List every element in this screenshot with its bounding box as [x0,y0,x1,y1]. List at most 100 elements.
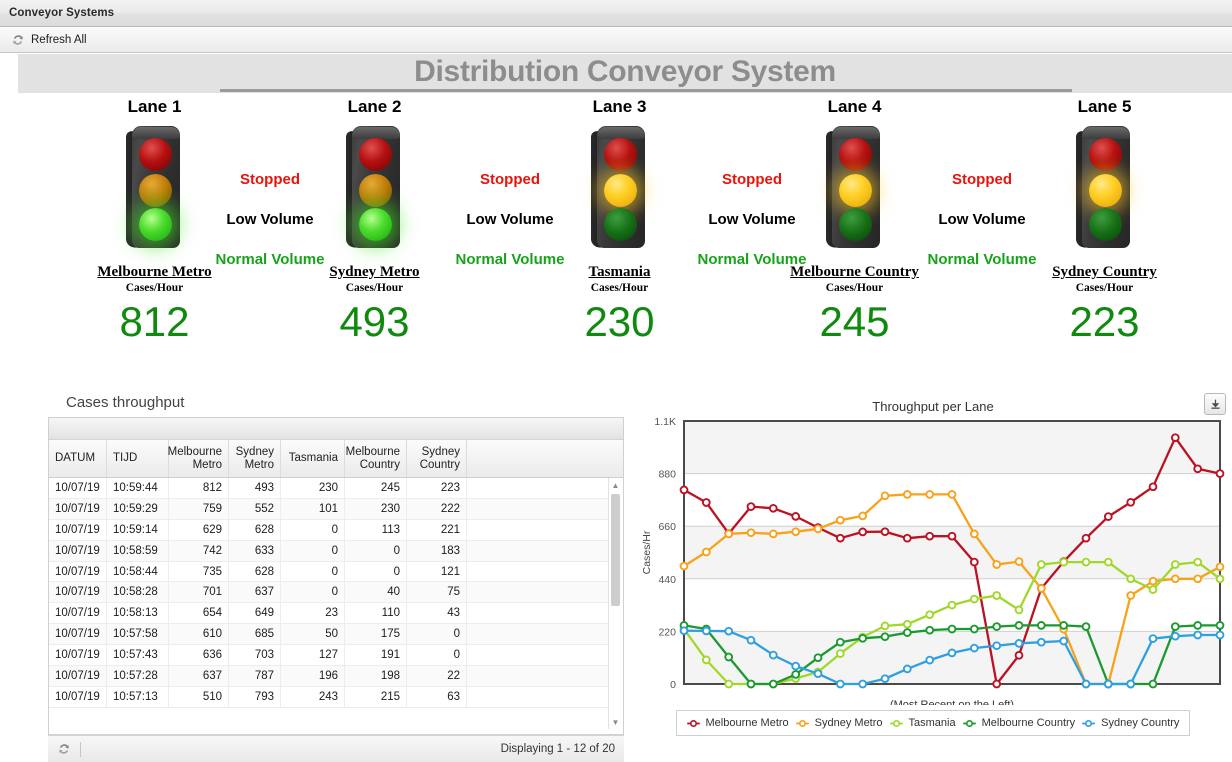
data-point[interactable] [947,624,957,634]
data-point[interactable] [858,527,868,537]
data-point[interactable] [1014,650,1024,660]
data-point[interactable] [858,511,868,521]
data-point[interactable] [902,533,912,543]
data-point[interactable] [768,679,778,689]
data-point[interactable] [768,529,778,539]
data-point[interactable] [724,626,734,636]
data-point[interactable] [1081,622,1091,631]
data-point[interactable] [791,512,801,521]
data-point[interactable] [1193,574,1203,584]
data-point[interactable] [1215,574,1225,584]
data-point[interactable] [858,633,868,643]
data-point[interactable] [880,621,890,631]
data-point[interactable] [1126,679,1136,689]
data-point[interactable] [880,632,890,642]
data-point[interactable] [1148,576,1158,586]
column-header[interactable]: DATUM [49,440,107,477]
data-point[interactable] [835,649,845,658]
data-point[interactable] [1103,512,1113,521]
data-point[interactable] [701,547,711,557]
data-point[interactable] [791,670,801,679]
data-point[interactable] [1036,560,1046,569]
data-point[interactable] [701,626,711,636]
data-point[interactable] [791,527,801,537]
legend-item[interactable]: Melbourne Metro [686,717,789,729]
column-header[interactable]: Sydney Metro [229,440,281,477]
data-point[interactable] [791,661,801,671]
data-point[interactable] [1193,557,1203,567]
data-point[interactable] [1193,621,1203,630]
lane-name[interactable]: Sydney Country [1042,264,1167,281]
column-header[interactable]: Melbourne Metro [168,440,229,477]
data-point[interactable] [1170,631,1180,641]
data-point[interactable] [1215,621,1225,630]
data-point[interactable] [1036,584,1046,593]
data-point[interactable] [858,679,868,689]
data-point[interactable] [813,669,823,679]
column-header[interactable]: Melbourne Country [345,440,407,477]
data-point[interactable] [969,624,979,634]
data-point[interactable] [1170,433,1180,443]
legend-item[interactable]: Sydney Metro [795,717,883,729]
data-point[interactable] [679,626,689,636]
table-row[interactable]: 10/07/19 10:59:29 759 552 101 230 222 [49,498,623,520]
data-point[interactable] [1193,464,1203,474]
legend-item[interactable]: Melbourne Country [962,717,1075,729]
data-point[interactable] [768,650,778,660]
data-point[interactable] [746,528,756,538]
data-point[interactable] [724,529,734,539]
data-point[interactable] [724,652,734,662]
column-header[interactable]: Sydney Country [407,440,467,477]
data-point[interactable] [835,679,845,689]
data-point[interactable] [1193,630,1203,640]
data-point[interactable] [768,503,778,513]
data-point[interactable] [701,655,711,665]
data-point[interactable] [925,655,935,665]
scrollbar-thumb[interactable] [611,494,620,606]
data-point[interactable] [925,490,935,499]
table-row[interactable]: 10/07/19 10:57:58 610 685 50 175 0 [49,624,623,646]
data-point[interactable] [1215,469,1225,478]
data-point[interactable] [925,531,935,541]
data-point[interactable] [1014,639,1024,648]
data-point[interactable] [1170,574,1180,584]
data-point[interactable] [1103,679,1113,689]
data-point[interactable] [1148,679,1158,689]
data-point[interactable] [880,491,890,501]
data-point[interactable] [992,641,1002,651]
lane-name[interactable]: Sydney Metro [312,264,437,281]
table-row[interactable]: 10/07/19 10:59:44 812 493 230 245 223 [49,478,623,499]
data-point[interactable] [746,502,756,511]
data-point[interactable] [1036,637,1046,647]
data-point[interactable] [1103,557,1113,567]
data-point[interactable] [947,490,957,499]
data-point[interactable] [1059,636,1069,646]
data-point[interactable] [1081,557,1091,567]
data-point[interactable] [1170,622,1180,631]
table-row[interactable]: 10/07/19 10:57:28 637 787 196 198 22 [49,666,623,687]
data-point[interactable] [1059,557,1069,567]
data-point[interactable] [1126,497,1136,507]
download-icon[interactable] [1204,393,1226,415]
data-point[interactable] [1081,533,1091,543]
data-point[interactable] [1014,605,1024,615]
column-header[interactable]: Tasmania [281,440,345,477]
data-point[interactable] [1148,482,1158,492]
scroll-down-icon[interactable]: ▼ [609,715,622,729]
data-point[interactable] [835,637,845,647]
lane-name[interactable]: Tasmania [562,264,677,281]
grid-vertical-scrollbar[interactable]: ▲ ▼ [608,478,623,729]
data-point[interactable] [902,490,912,499]
data-point[interactable] [947,648,957,658]
data-point[interactable] [1215,630,1225,640]
data-point[interactable] [992,679,1002,689]
data-point[interactable] [902,619,912,629]
data-point[interactable] [947,600,957,610]
table-row[interactable]: 10/07/19 10:58:59 742 633 0 0 183 [49,540,623,562]
data-point[interactable] [835,533,845,543]
data-point[interactable] [835,515,845,525]
data-point[interactable] [969,643,979,653]
data-point[interactable] [880,674,890,684]
table-row[interactable]: 10/07/19 10:57:43 636 703 127 191 0 [49,645,623,667]
data-point[interactable] [969,529,979,539]
